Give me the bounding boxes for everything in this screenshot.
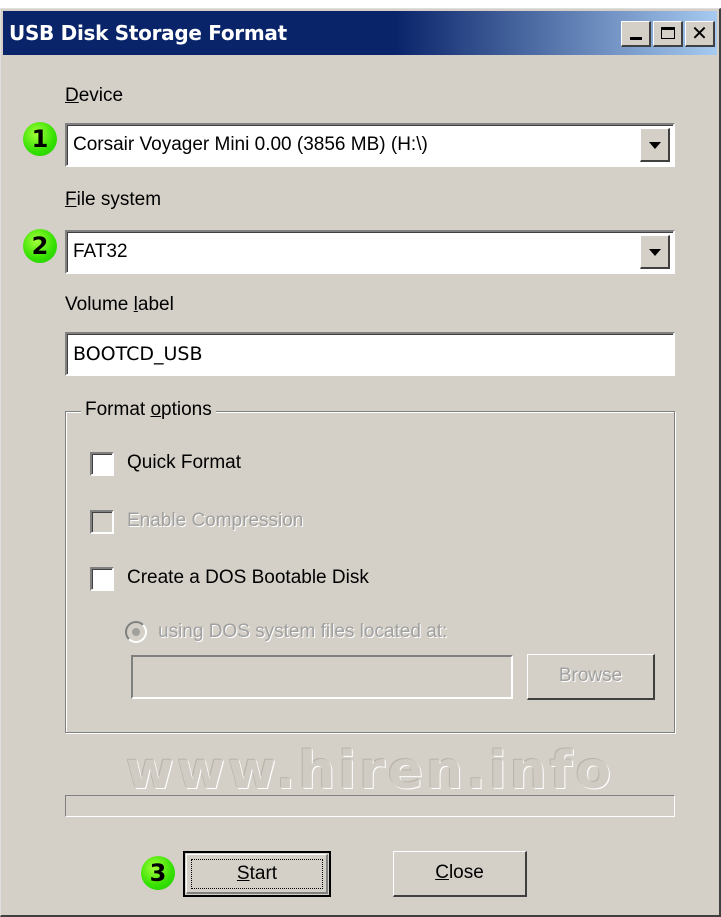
step-1-badge: 1 xyxy=(23,122,57,156)
dos-files-path-input[interactable] xyxy=(131,655,513,699)
start-button-label: Start xyxy=(236,863,278,884)
volume-label-label: Volume label xyxy=(65,294,174,315)
dos-bootable-checkbox[interactable] xyxy=(90,567,114,591)
enable-compression-label: Enable Compression xyxy=(127,510,304,531)
enable-compression-checkbox[interactable] xyxy=(90,510,114,534)
file-system-label: File system xyxy=(65,189,162,210)
format-progress-bar xyxy=(65,795,675,817)
start-button[interactable]: Start xyxy=(183,851,331,897)
file-system-dropdown-button[interactable] xyxy=(640,235,670,269)
maximize-button[interactable] xyxy=(653,21,683,47)
step-3-badge: 3 xyxy=(141,856,175,890)
radio-selected-dot xyxy=(132,628,140,636)
close-icon: ✕ xyxy=(691,21,708,45)
device-dropdown-button[interactable] xyxy=(640,128,670,162)
quick-format-label[interactable]: Quick Format xyxy=(127,452,241,474)
device-label: Device xyxy=(65,85,124,106)
device-select[interactable]: Corsair Voyager Mini 0.00 (3856 MB) (H:\… xyxy=(65,123,675,167)
file-system-select[interactable]: FAT32 xyxy=(65,230,675,274)
minimize-button[interactable] xyxy=(621,21,651,47)
format-options-title: Format options xyxy=(81,399,216,421)
dos-files-radio[interactable] xyxy=(125,621,147,643)
chevron-down-icon xyxy=(649,249,661,256)
minimize-icon xyxy=(630,37,642,40)
file-system-select-value: FAT32 xyxy=(73,241,128,262)
usb-format-window: USB Disk Storage Format ✕ Device 1 Corsa… xyxy=(0,8,721,917)
dos-files-radio-label: using DOS system files located at: xyxy=(158,621,448,642)
browse-button-label: Browse xyxy=(558,665,623,686)
close-button-label: Close xyxy=(435,862,484,883)
maximize-icon xyxy=(661,27,675,39)
browse-button[interactable]: Browse xyxy=(527,654,655,700)
device-select-value: Corsair Voyager Mini 0.00 (3856 MB) (H:\… xyxy=(73,134,428,155)
quick-format-checkbox[interactable] xyxy=(90,452,114,476)
step-2-badge: 2 xyxy=(23,229,57,263)
hiren-watermark: www.hiren.info xyxy=(125,741,615,801)
volume-label-input[interactable]: BOOTCD_USB xyxy=(65,332,675,376)
close-button[interactable]: Close xyxy=(393,851,527,897)
title-bar[interactable]: USB Disk Storage Format ✕ xyxy=(3,11,717,55)
chevron-down-icon xyxy=(649,142,661,149)
close-window-button[interactable]: ✕ xyxy=(685,21,715,47)
dos-bootable-label[interactable]: Create a DOS Bootable Disk xyxy=(127,567,369,589)
volume-label-value: BOOTCD_USB xyxy=(73,343,203,365)
window-title: USB Disk Storage Format xyxy=(9,21,287,45)
